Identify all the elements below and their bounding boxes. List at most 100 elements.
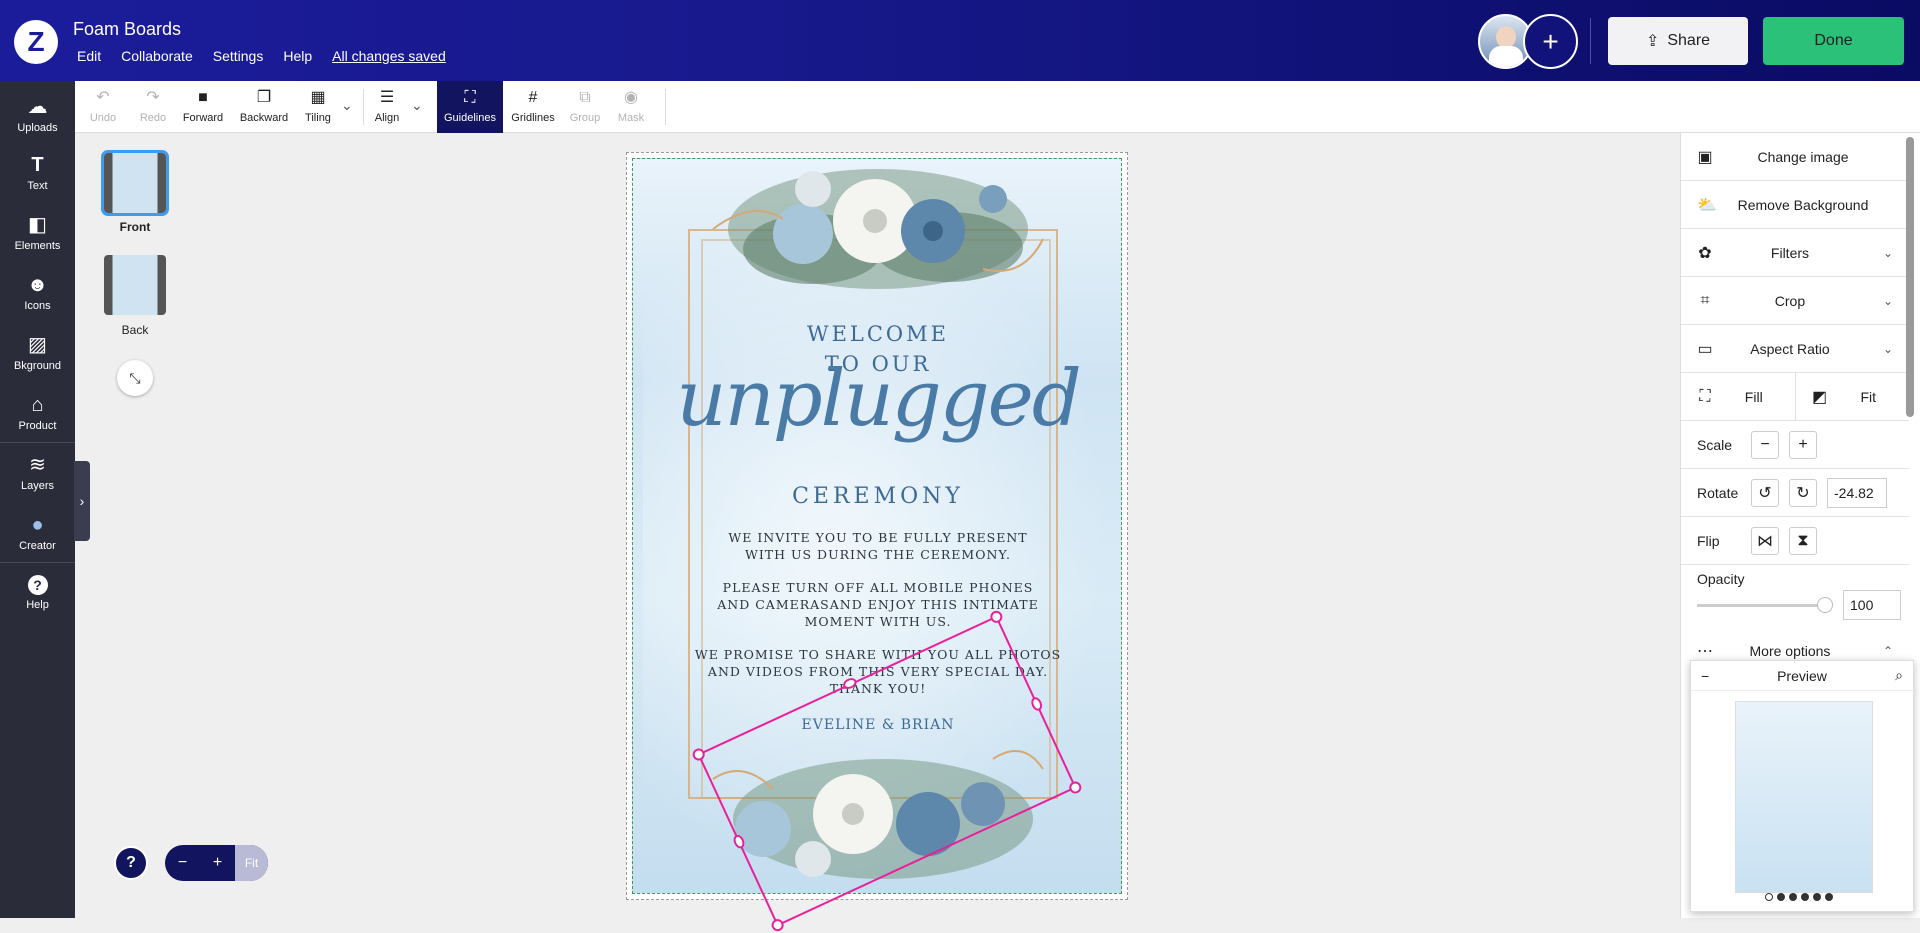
preview-dot[interactable] bbox=[1789, 893, 1797, 901]
preview-dot[interactable] bbox=[1777, 893, 1785, 901]
group-button[interactable]: ⧉ Group bbox=[565, 81, 605, 133]
undo-button[interactable]: ↶ Undo bbox=[83, 81, 123, 133]
gridlines-toggle[interactable]: # Gridlines bbox=[509, 81, 557, 133]
opacity-label: Opacity bbox=[1697, 571, 1745, 587]
page-thumbnail-back[interactable] bbox=[104, 255, 166, 315]
flip-vertical-button[interactable]: ⧗ bbox=[1789, 526, 1817, 555]
nav-uploads[interactable]: ☁ Uploads bbox=[0, 87, 75, 143]
preview-image bbox=[1735, 701, 1873, 893]
fit-button[interactable]: ◩ Fit bbox=[1796, 373, 1910, 421]
zoom-out-button[interactable]: − bbox=[165, 845, 200, 881]
preview-minimize-button[interactable]: − bbox=[1701, 668, 1709, 684]
expand-panel-button[interactable]: › bbox=[74, 461, 90, 541]
share-button[interactable]: ⇪ Share bbox=[1608, 17, 1748, 65]
phones-line-3: MOMENT WITH US. bbox=[804, 614, 952, 629]
nav-creator-label: Creator bbox=[19, 540, 56, 552]
chevron-down-icon: ⌄ bbox=[1882, 245, 1893, 260]
scale-up-button[interactable]: + bbox=[1789, 430, 1817, 459]
preview-dot[interactable] bbox=[1765, 893, 1773, 901]
nav-product[interactable]: ⌂ Product bbox=[0, 385, 75, 441]
zoom-in-button[interactable]: + bbox=[200, 845, 235, 881]
group-icon: ⧉ bbox=[579, 89, 591, 106]
opacity-slider-thumb[interactable] bbox=[1817, 597, 1833, 613]
tiling-chevron-down-icon[interactable]: ⌄ bbox=[341, 97, 353, 114]
nav-uploads-label: Uploads bbox=[17, 122, 58, 134]
help-button[interactable]: ? bbox=[114, 846, 148, 880]
ceremony-heading[interactable]: CEREMONY bbox=[633, 484, 1121, 509]
mask-icon: ◉ bbox=[624, 89, 638, 106]
scale-down-button[interactable]: − bbox=[1751, 430, 1779, 459]
aspect-ratio-section[interactable]: ▭ Aspect Ratio ⌄ bbox=[1681, 325, 1909, 373]
app-logo[interactable]: Z bbox=[14, 20, 58, 64]
redo-button[interactable]: ↷ Redo bbox=[133, 81, 173, 133]
elements-icon: ◧ bbox=[28, 214, 47, 236]
script-title[interactable]: unplugged bbox=[633, 354, 1121, 444]
nav-text[interactable]: T Text bbox=[0, 145, 75, 201]
paragraph-phones[interactable]: PLEASE TURN OFF ALL MOBILE PHONES AND CA… bbox=[633, 579, 1121, 630]
cloud-upload-icon: ☁ bbox=[27, 96, 48, 118]
guidelines-toggle[interactable]: ⛶ Guidelines bbox=[437, 81, 503, 133]
page-label-back: Back bbox=[121, 323, 149, 337]
menu-edit[interactable]: Edit bbox=[77, 48, 101, 64]
rotate-left-button[interactable]: ↺ bbox=[1751, 478, 1779, 507]
remove-background-button[interactable]: ⛅ Remove Background bbox=[1681, 181, 1909, 229]
flip-horizontal-button[interactable]: ⋈ bbox=[1751, 526, 1779, 555]
align-icon: ☰ bbox=[379, 89, 395, 106]
bring-forward-button[interactable]: ■ Forward bbox=[179, 81, 227, 133]
rotate-angle-input[interactable]: -24.82 bbox=[1827, 477, 1887, 508]
nav-creator[interactable]: ● Creator bbox=[0, 505, 75, 561]
floral-bouquet-top[interactable] bbox=[693, 159, 1063, 309]
help-icon: ? bbox=[27, 575, 48, 595]
phones-line-1: PLEASE TURN OFF ALL MOBILE PHONES bbox=[722, 580, 1034, 595]
zoom-fit-button[interactable]: Fit bbox=[235, 845, 268, 881]
paragraph-invite[interactable]: WE INVITE YOU TO BE FULLY PRESENT WITH U… bbox=[633, 529, 1121, 563]
send-backward-button[interactable]: ❐ Backward bbox=[236, 81, 292, 133]
page-thumbnail-front[interactable] bbox=[101, 150, 169, 216]
collapse-pages-button[interactable]: ⤡ bbox=[117, 360, 153, 396]
rotate-label: Rotate bbox=[1697, 484, 1739, 501]
image-icon: ▣ bbox=[1697, 148, 1713, 166]
redo-label: Redo bbox=[139, 112, 167, 124]
remove-background-icon: ⛅ bbox=[1697, 196, 1717, 214]
nav-icons[interactable]: ☻ Icons bbox=[0, 265, 75, 321]
menu-collaborate[interactable]: Collaborate bbox=[121, 48, 193, 64]
menu-settings[interactable]: Settings bbox=[213, 48, 264, 64]
resize-handle-bottom-left[interactable] bbox=[769, 917, 786, 933]
nav-elements[interactable]: ◧ Elements bbox=[0, 205, 75, 261]
collapse-arrows-icon: ⤡ bbox=[129, 369, 141, 386]
nav-layers[interactable]: ≋ Layers bbox=[0, 445, 75, 501]
nav-help[interactable]: ? Help bbox=[0, 565, 75, 621]
nav-divider bbox=[0, 442, 75, 443]
crop-section[interactable]: ⌗ Crop ⌄ bbox=[1681, 277, 1909, 325]
preview-dot[interactable] bbox=[1825, 893, 1833, 901]
change-image-button[interactable]: ▣ Change image bbox=[1681, 133, 1909, 181]
panel-scrollbar[interactable] bbox=[1906, 137, 1914, 417]
nav-elements-label: Elements bbox=[14, 240, 61, 252]
avatar-face bbox=[1496, 26, 1516, 48]
add-collaborator-button[interactable]: + bbox=[1523, 14, 1578, 69]
magnify-icon[interactable]: ⌕ bbox=[1895, 667, 1903, 684]
filters-label: Filters bbox=[1770, 244, 1810, 261]
nav-icons-label: Icons bbox=[24, 300, 51, 312]
zoom-controls: − + Fit bbox=[165, 845, 268, 881]
align-chevron-down-icon[interactable]: ⌄ bbox=[411, 97, 423, 114]
opacity-slider-track[interactable] bbox=[1697, 604, 1825, 607]
gridlines-label: Gridlines bbox=[511, 112, 555, 124]
tiling-button[interactable]: ▦ Tiling bbox=[300, 81, 336, 133]
align-button[interactable]: ☰ Align bbox=[369, 81, 405, 133]
menu-help[interactable]: Help bbox=[283, 48, 312, 64]
undo-icon: ↶ bbox=[96, 89, 110, 106]
mask-button[interactable]: ◉ Mask bbox=[615, 81, 647, 133]
preview-dot[interactable] bbox=[1801, 893, 1809, 901]
more-options-label: More options bbox=[1749, 643, 1831, 659]
document-title[interactable]: Foam Boards bbox=[73, 19, 181, 40]
aspect-ratio-icon: ▭ bbox=[1697, 340, 1713, 358]
filters-section[interactable]: ✿ Filters ⌄ bbox=[1681, 229, 1909, 277]
nav-background[interactable]: ▨ Bkground bbox=[0, 325, 75, 381]
fill-button[interactable]: ⛶ Fill bbox=[1681, 372, 1796, 421]
preview-dot[interactable] bbox=[1813, 893, 1821, 901]
save-status[interactable]: All changes saved bbox=[332, 48, 446, 64]
rotate-right-button[interactable]: ↻ bbox=[1789, 478, 1817, 507]
done-button[interactable]: Done bbox=[1763, 17, 1904, 65]
opacity-input[interactable]: 100 bbox=[1843, 590, 1901, 620]
